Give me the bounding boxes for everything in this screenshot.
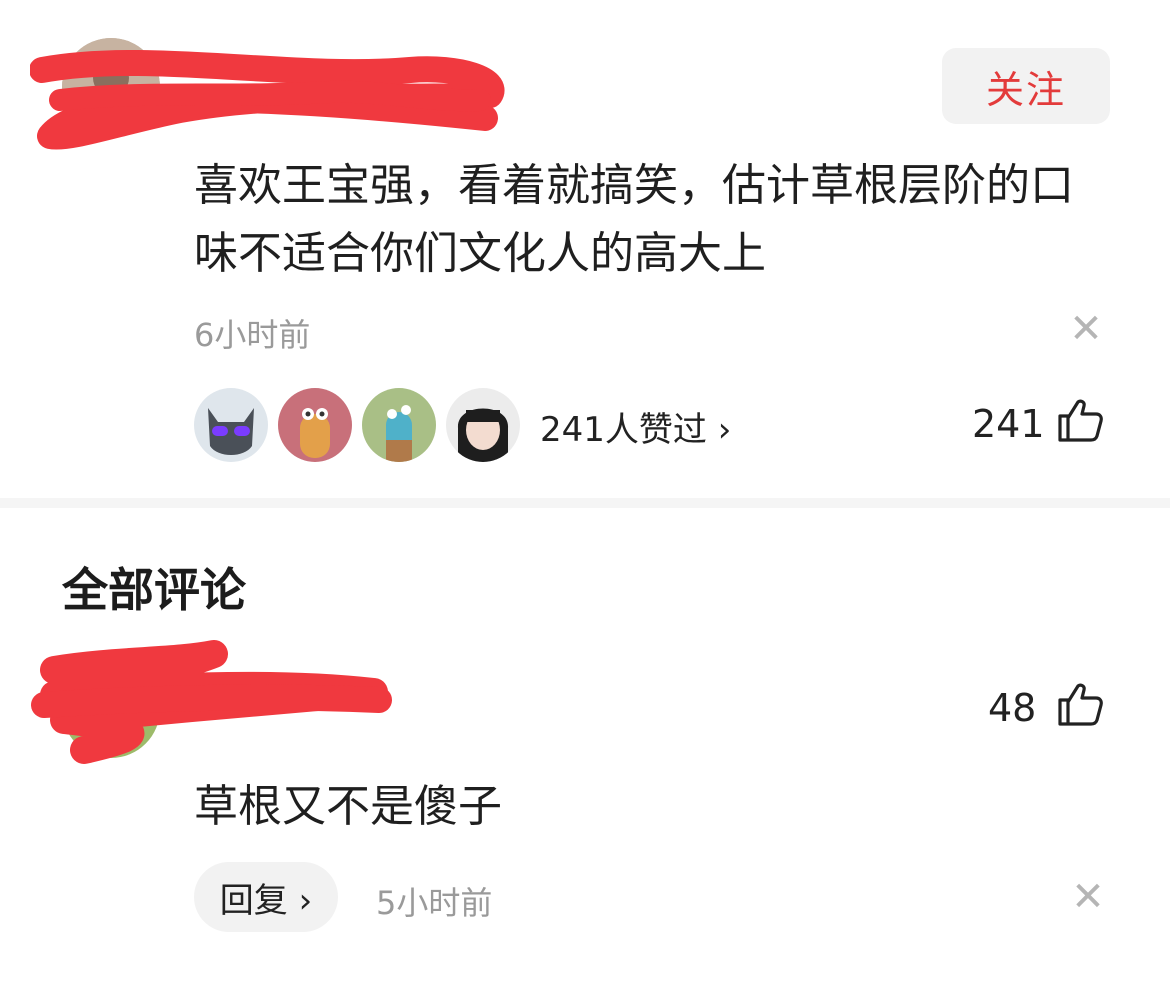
likers-link[interactable]: 241人赞过 ›	[540, 402, 731, 451]
liker-avatar-creature[interactable]	[360, 386, 438, 464]
reply-time: 5小时前	[376, 884, 493, 922]
reply-username-redaction	[31, 640, 392, 764]
section-divider	[0, 498, 1170, 508]
reply-like-count: 48	[988, 686, 1037, 730]
follow-button[interactable]: 关注	[942, 48, 1110, 124]
liker-avatar-cat[interactable]	[192, 386, 270, 464]
liker-avatar-cartoon[interactable]	[276, 386, 354, 464]
reply-text: 草根又不是傻子	[194, 781, 502, 832]
like-count: 241	[972, 402, 1045, 446]
close-icon[interactable]: ✕	[1066, 306, 1106, 352]
thumbs-up-icon[interactable]	[1056, 680, 1104, 732]
comment-text: 喜欢王宝强，看着就搞笑，估计草根层阶的口味不适合你们文化人的高大上	[194, 160, 1074, 279]
section-title: 全部评论	[62, 563, 246, 617]
close-icon[interactable]: ✕	[1068, 874, 1108, 920]
reply-button[interactable]: 回复 ›	[194, 862, 338, 932]
comment-time: 6小时前	[194, 316, 311, 354]
liker-avatar-person[interactable]	[444, 386, 522, 464]
username-redaction	[30, 49, 505, 150]
thumbs-up-icon[interactable]	[1056, 396, 1104, 448]
